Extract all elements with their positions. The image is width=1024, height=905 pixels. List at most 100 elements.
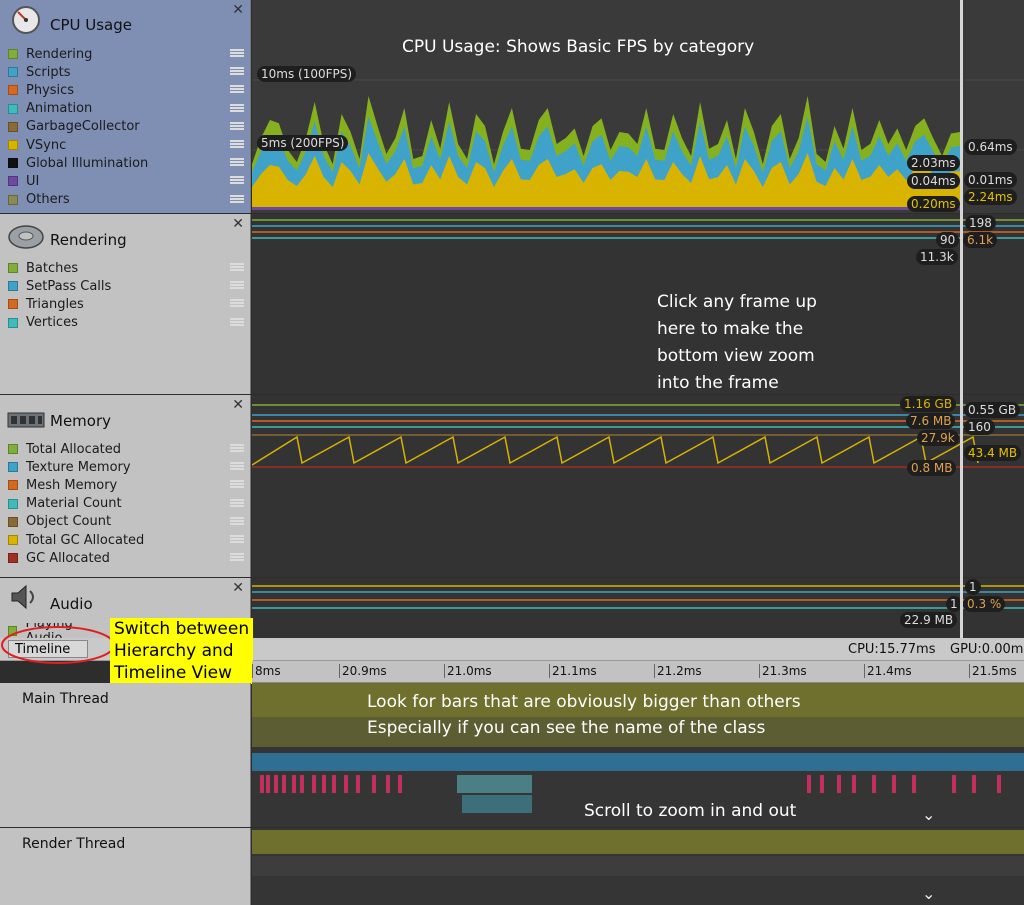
sample-bar xyxy=(462,795,532,813)
rendering-annotation: Click any frame up here to make the bott… xyxy=(657,292,817,393)
main-thread-timeline[interactable]: Look for bars that are obviously bigger … xyxy=(252,683,1024,827)
drag-handle-icon[interactable] xyxy=(230,498,244,507)
legend-item[interactable]: Rendering xyxy=(8,45,244,63)
rendering-graph[interactable]: 198 90 6.1k 11.3k Click any frame up her… xyxy=(252,214,1024,394)
legend-swatch xyxy=(8,317,18,328)
gc-sample-bar xyxy=(852,775,856,793)
drag-handle-icon[interactable] xyxy=(230,49,244,57)
close-icon[interactable]: ✕ xyxy=(232,216,244,232)
ruler-tick: 20.9ms xyxy=(339,664,387,678)
legend-item[interactable]: Material Count xyxy=(8,495,244,513)
rendering-module[interactable]: Rendering ✕ Batches SetPass Calls Triangle… xyxy=(0,214,251,394)
gc-sample-bar xyxy=(997,775,1001,793)
legend-item[interactable]: Animation xyxy=(8,100,244,118)
callout-line: Timeline View xyxy=(110,662,254,684)
drag-handle-icon[interactable] xyxy=(230,85,244,94)
expand-chevron-icon[interactable]: ⌄ xyxy=(922,805,935,824)
legend-item[interactable]: Batches xyxy=(8,259,244,277)
main-thread-label: Main Thread xyxy=(0,683,251,827)
area-ui xyxy=(252,207,960,210)
gc-sample-bar xyxy=(344,775,348,793)
drag-handle-icon[interactable] xyxy=(230,176,244,185)
audio-graph[interactable]: 1 1 0.3 % 22.9 MB xyxy=(252,578,1024,638)
drag-handle-icon[interactable] xyxy=(230,299,244,308)
memory-graph[interactable]: 1.16 GB 7.6 MB 27.9k 0.8 MB 0.55 GB 160 … xyxy=(252,395,1024,577)
memory-value: 160 xyxy=(964,419,995,435)
gc-sample-bar xyxy=(872,775,876,793)
legend-swatch xyxy=(8,263,18,274)
frame-playhead[interactable] xyxy=(960,0,963,638)
drag-handle-icon[interactable] xyxy=(230,158,244,167)
legend-item[interactable]: Object Count xyxy=(8,513,244,531)
legend-item[interactable]: VSync xyxy=(8,136,244,154)
render-thread-title: Render Thread xyxy=(22,836,126,852)
legend-swatch xyxy=(8,85,18,96)
drag-handle-icon[interactable] xyxy=(230,462,244,471)
legend-swatch xyxy=(8,176,18,187)
gc-sample-bar xyxy=(356,775,360,793)
legend-item[interactable]: Triangles xyxy=(8,295,244,313)
legend-item[interactable]: Total Allocated xyxy=(8,440,244,458)
gc-sample-bar xyxy=(312,775,316,793)
legend-item[interactable]: GarbageCollector xyxy=(8,118,244,136)
legend-item[interactable]: Texture Memory xyxy=(8,458,244,476)
memory-title: Memory xyxy=(50,412,112,430)
cpu-value: 0.01ms xyxy=(964,172,1017,188)
legend-label: Texture Memory xyxy=(26,459,131,475)
legend-item[interactable]: Physics xyxy=(8,81,244,99)
gc-sample-bar xyxy=(398,775,402,793)
drag-handle-icon[interactable] xyxy=(230,281,244,290)
cpu-value: 0.64ms xyxy=(964,139,1017,155)
gc-sample-bar xyxy=(892,775,896,793)
drag-handle-icon[interactable] xyxy=(230,67,244,76)
rendering-chart-svg xyxy=(252,219,1024,239)
legend-label: Object Count xyxy=(26,514,112,530)
expand-chevron-icon[interactable]: ⌄ xyxy=(922,884,935,903)
legend-item[interactable]: Vertices xyxy=(8,314,244,332)
drag-handle-icon[interactable] xyxy=(230,194,244,203)
cpu-value: 2.03ms xyxy=(907,155,960,171)
legend-item[interactable]: Scripts xyxy=(8,63,244,81)
close-icon[interactable]: ✕ xyxy=(232,580,244,596)
legend-label: Others xyxy=(26,192,70,208)
legend-item[interactable]: Total GC Allocated xyxy=(8,531,244,549)
rendering-value: 11.3k xyxy=(916,249,958,265)
legend-item[interactable]: Mesh Memory xyxy=(8,476,244,494)
drag-handle-icon[interactable] xyxy=(230,103,244,112)
callout-line: Hierarchy and xyxy=(110,640,254,662)
legend-item[interactable]: SetPass Calls xyxy=(8,277,244,295)
memory-module[interactable]: Memory ✕ Total Allocated Texture Memory Me… xyxy=(0,395,251,577)
rendering-value: 90 xyxy=(936,232,960,248)
time-ruler[interactable]: 8ms 20.9ms 21.0ms 21.1ms 21.2ms 21.3ms 21.4ms 2… xyxy=(252,661,1024,683)
gc-sample-bar xyxy=(282,775,286,793)
legend-label: Total Allocated xyxy=(26,441,122,457)
drag-handle-icon[interactable] xyxy=(230,139,244,148)
drag-handle-icon[interactable] xyxy=(230,263,244,271)
legend-item[interactable]: UI xyxy=(8,172,244,190)
render-thread-label: Render Thread xyxy=(0,828,251,905)
render-thread-timeline[interactable]: ⌄ xyxy=(252,828,1024,905)
gc-sample-bar xyxy=(274,775,278,793)
ruler-tick: 21.5ms xyxy=(969,664,1017,678)
memory-chip-icon xyxy=(7,412,45,428)
drag-handle-icon[interactable] xyxy=(230,516,244,525)
drag-handle-icon[interactable] xyxy=(230,534,244,543)
legend-item[interactable]: GC Allocated xyxy=(8,549,244,567)
drag-handle-icon[interactable] xyxy=(230,121,244,130)
legend-label: UI xyxy=(26,173,40,189)
cpu-usage-graph[interactable]: 10ms (100FPS) 5ms (200FPS) CPU Usage: Sh… xyxy=(252,0,1024,213)
gc-sample-bar xyxy=(837,775,841,793)
cpu-usage-module[interactable]: CPU Usage ✕ Rendering Scripts Physics Anima… xyxy=(0,0,251,213)
audio-title: Audio xyxy=(50,595,93,613)
audio-chart-svg xyxy=(252,585,1024,609)
close-icon[interactable]: ✕ xyxy=(232,397,244,413)
drag-handle-icon[interactable] xyxy=(230,444,244,452)
cpu-value: 2.24ms xyxy=(964,189,1017,205)
legend-item[interactable]: Others xyxy=(8,191,244,209)
drag-handle-icon[interactable] xyxy=(230,553,244,562)
drag-handle-icon[interactable] xyxy=(230,317,244,326)
drag-handle-icon[interactable] xyxy=(230,480,244,489)
legend-swatch xyxy=(8,103,18,114)
legend-item[interactable]: Global Illumination xyxy=(8,154,244,172)
close-icon[interactable]: ✕ xyxy=(232,2,244,18)
